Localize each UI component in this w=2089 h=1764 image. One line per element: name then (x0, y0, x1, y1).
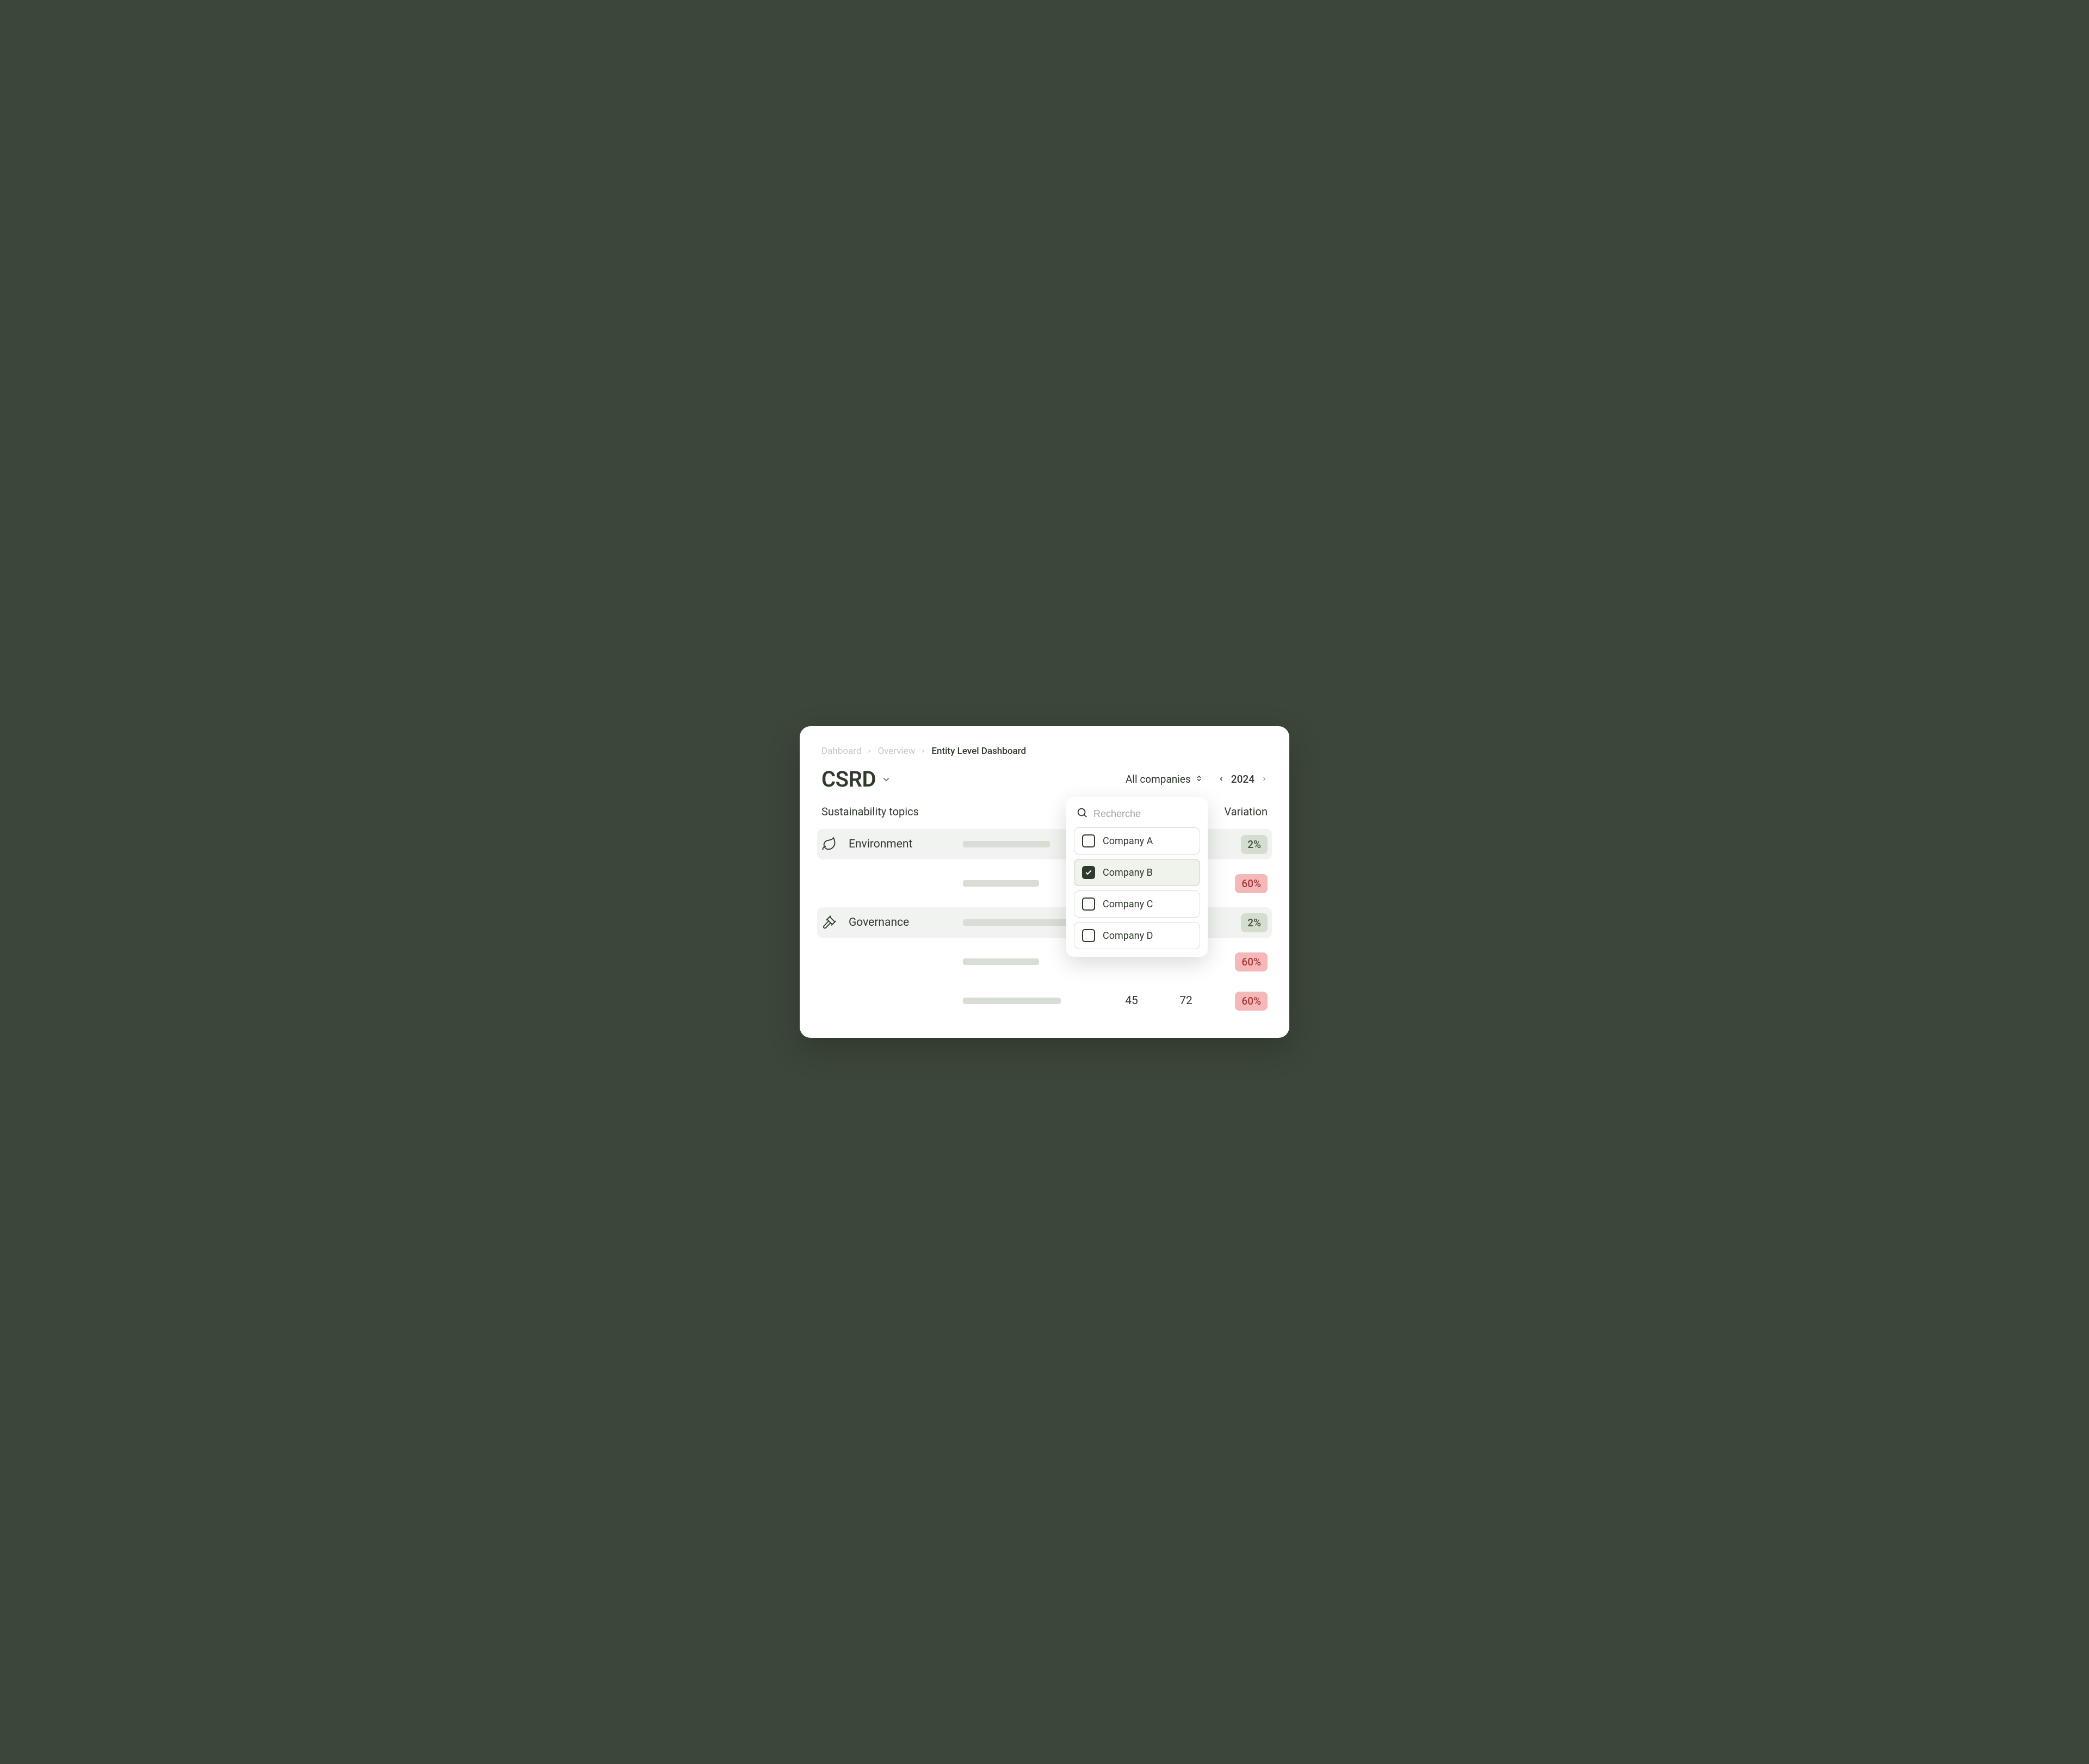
variation-badge: 2% (1241, 835, 1268, 854)
option-label: Company D (1103, 930, 1153, 942)
company-option-d[interactable]: Company D (1074, 922, 1200, 949)
controls-group: All companies 2024 (1126, 773, 1268, 785)
bar-placeholder (963, 919, 1072, 926)
value: 72 (1179, 994, 1192, 1007)
variation-badge: 60% (1235, 992, 1268, 1011)
topic-label: Governance (849, 916, 909, 929)
bar-placeholder (963, 958, 1039, 965)
title-selector[interactable]: CSRD (821, 766, 891, 792)
variation-badge: 60% (1235, 874, 1268, 893)
breadcrumb-item-overview[interactable]: Overview (877, 746, 915, 757)
topic-label: Environment (849, 838, 912, 851)
chevron-right-icon (920, 746, 926, 757)
topic-row[interactable]: 45 72 60% (821, 986, 1268, 1016)
col-variation-header: Variation (1213, 805, 1268, 818)
bar-placeholder (963, 841, 1050, 847)
checkbox-checked[interactable] (1082, 866, 1095, 879)
filter-label: All companies (1126, 773, 1191, 785)
checkbox-unchecked[interactable] (1082, 898, 1095, 911)
company-dropdown: Company A Company B Company C Company D (1066, 797, 1208, 957)
company-filter[interactable]: All companies (1126, 773, 1203, 785)
dashboard-card: Dahboard Overview Entity Level Dashboard… (800, 726, 1289, 1038)
col-topics-header: Sustainability topics (821, 805, 963, 818)
year-selector: 2024 (1218, 773, 1268, 785)
year-next-button[interactable] (1261, 773, 1268, 785)
year-value: 2024 (1231, 773, 1254, 785)
variation-badge: 2% (1241, 913, 1268, 932)
search-input[interactable] (1093, 808, 1220, 820)
company-option-c[interactable]: Company C (1074, 890, 1200, 918)
checkbox-unchecked[interactable] (1082, 834, 1095, 847)
company-option-b[interactable]: Company B (1074, 859, 1200, 886)
variation-badge: 60% (1235, 952, 1268, 971)
chevron-right-icon (867, 746, 872, 757)
gavel-icon (821, 915, 837, 930)
checkbox-unchecked[interactable] (1082, 929, 1095, 942)
company-option-a[interactable]: Company A (1074, 827, 1200, 855)
option-label: Company A (1103, 835, 1153, 847)
sort-icon (1195, 773, 1203, 785)
header-row: CSRD All companies 2024 (821, 766, 1268, 792)
value: 45 (1125, 994, 1138, 1007)
breadcrumb: Dahboard Overview Entity Level Dashboard (821, 746, 1268, 757)
search-row (1074, 804, 1200, 827)
bar-placeholder (963, 880, 1039, 887)
option-label: Company C (1103, 899, 1153, 910)
page-title: CSRD (821, 766, 876, 792)
breadcrumb-item-current: Entity Level Dashboard (931, 746, 1026, 757)
breadcrumb-item-dashboard[interactable]: Dahboard (821, 746, 861, 757)
leaf-icon (821, 837, 837, 852)
backdrop: Dahboard Overview Entity Level Dashboard… (718, 606, 1371, 1158)
bar-placeholder (963, 998, 1061, 1004)
year-prev-button[interactable] (1218, 773, 1225, 785)
search-icon (1076, 807, 1088, 821)
option-label: Company B (1103, 867, 1153, 878)
chevron-down-icon (881, 775, 891, 787)
